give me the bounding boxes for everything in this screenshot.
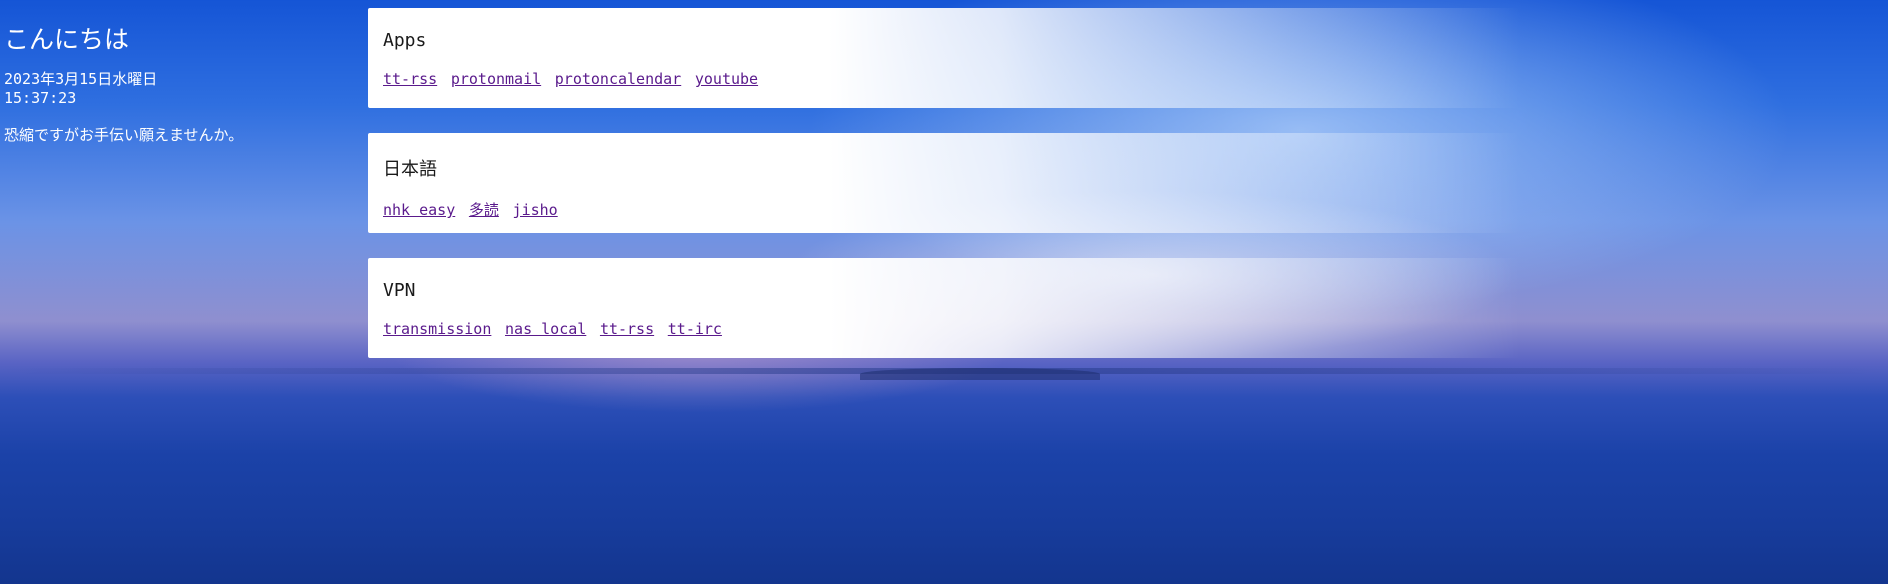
card-title: VPN (383, 280, 416, 301)
link-tt-rss[interactable]: tt-rss (383, 70, 437, 88)
message-text: 恐縮ですがお手伝い願えませんか。 (4, 126, 244, 144)
card-title: Apps (383, 30, 427, 51)
link-protonmail[interactable]: protonmail (451, 70, 541, 88)
card-title: 日本語 (383, 159, 437, 180)
card-links: transmission nas local tt-rss tt-irc (383, 319, 1505, 338)
link-protoncalendar[interactable]: protoncalendar (555, 70, 681, 88)
greeting-heading: こんにちは (4, 25, 130, 54)
date-text: 2023年3月15日水曜日 (4, 70, 158, 88)
link-nas-local[interactable]: nas local (505, 320, 586, 338)
link-jisho[interactable]: jisho (513, 201, 558, 219)
link-tt-rss-vpn[interactable]: tt-rss (600, 320, 654, 338)
time-text: 15:37:23 (4, 89, 77, 107)
link-youtube[interactable]: youtube (695, 70, 758, 88)
left-panel: こんにちは 2023年3月15日水曜日 15:37:23 恐縮ですがお手伝い願え… (4, 20, 243, 145)
card-vpn: VPN transmission nas local tt-rss tt-irc (368, 258, 1520, 358)
link-tt-irc[interactable]: tt-irc (668, 320, 722, 338)
link-tadoku[interactable]: 多読 (469, 201, 499, 219)
card-japanese: 日本語 nhk easy 多読 jisho (368, 133, 1520, 233)
link-transmission[interactable]: transmission (383, 320, 491, 338)
link-nhk-easy[interactable]: nhk easy (383, 201, 455, 219)
card-links: nhk easy 多読 jisho (383, 199, 1505, 220)
card-apps: Apps tt-rss protonmail protoncalendar yo… (368, 8, 1520, 108)
card-links: tt-rss protonmail protoncalendar youtube (383, 69, 1505, 88)
background-island (860, 368, 1100, 380)
